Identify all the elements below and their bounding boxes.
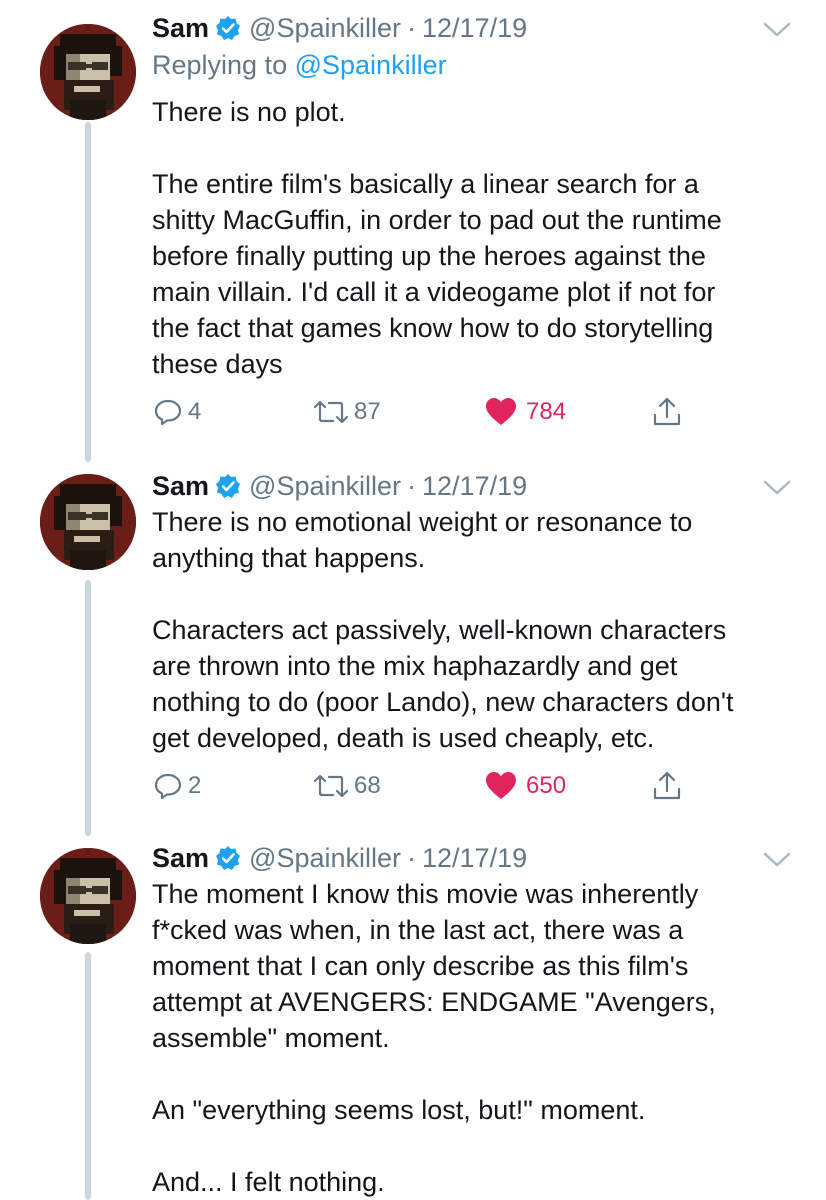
tweet-date[interactable]: 12/17/19 bbox=[422, 13, 527, 44]
author-name[interactable]: Sam bbox=[152, 843, 209, 874]
tweet-paragraph: And... I felt nothing. bbox=[152, 1167, 385, 1197]
retweet-button[interactable]: 68 bbox=[312, 766, 381, 806]
chevron-down-icon[interactable] bbox=[762, 850, 792, 870]
retweet-button[interactable]: 87 bbox=[312, 392, 381, 432]
thread-line bbox=[85, 122, 91, 462]
author-name[interactable]: Sam bbox=[152, 13, 209, 44]
retweet-icon bbox=[313, 400, 349, 424]
thread-line bbox=[85, 580, 91, 836]
tweet-paragraph: There is no emotional weight or resonanc… bbox=[152, 507, 693, 573]
avatar[interactable] bbox=[40, 474, 136, 570]
tweet-actions: 4 87 784 bbox=[152, 392, 692, 432]
pixel-art-bearded-man-avatar bbox=[40, 474, 136, 570]
share-button[interactable] bbox=[650, 392, 684, 432]
avatar[interactable] bbox=[40, 24, 136, 120]
chevron-down-icon[interactable] bbox=[762, 20, 792, 40]
tweet-paragraph: The moment I know this movie was inheren… bbox=[152, 879, 716, 1053]
verified-badge-icon bbox=[215, 15, 241, 41]
replying-to-mention[interactable]: @Spainkiller bbox=[295, 50, 447, 80]
tweet-paragraph: There is no plot. bbox=[152, 97, 346, 127]
tweet-paragraph: Characters act passively, well-known cha… bbox=[152, 615, 734, 753]
retweet-count: 68 bbox=[354, 772, 381, 799]
replying-to: Replying to @Spainkiller bbox=[152, 50, 447, 81]
author-handle[interactable]: @Spainkiller bbox=[249, 471, 401, 502]
tweet-header: Sam @Spainkiller · 12/17/19 bbox=[152, 838, 527, 878]
author-handle[interactable]: @Spainkiller bbox=[249, 13, 401, 44]
retweet-count: 87 bbox=[354, 398, 381, 425]
pixel-art-bearded-man-avatar bbox=[40, 848, 136, 944]
avatar[interactable] bbox=[40, 848, 136, 944]
reply-count: 2 bbox=[188, 772, 202, 799]
reply-count: 4 bbox=[188, 398, 202, 425]
verified-badge-icon bbox=[215, 845, 241, 871]
tweet-text: There is no plot. The entire film's basi… bbox=[152, 94, 802, 382]
reply-button[interactable]: 4 bbox=[152, 392, 201, 432]
retweet-icon bbox=[313, 774, 349, 798]
heart-icon bbox=[486, 772, 516, 799]
heart-icon bbox=[486, 398, 516, 425]
share-icon bbox=[653, 771, 681, 800]
share-icon bbox=[653, 397, 681, 426]
thread-line bbox=[85, 952, 91, 1200]
separator-dot: · bbox=[407, 12, 417, 43]
share-button[interactable] bbox=[650, 766, 684, 806]
verified-badge-icon bbox=[215, 473, 241, 499]
tweet-date[interactable]: 12/17/19 bbox=[422, 843, 527, 874]
tweet-header: Sam @Spainkiller · 12/17/19 bbox=[152, 466, 527, 506]
like-button[interactable]: 784 bbox=[484, 392, 566, 432]
tweet-paragraph: The entire film's basically a linear sea… bbox=[152, 169, 722, 379]
reply-icon bbox=[154, 399, 182, 426]
chevron-down-icon[interactable] bbox=[762, 478, 792, 498]
tweet-date[interactable]: 12/17/19 bbox=[422, 471, 527, 502]
tweet-paragraph: An "everything seems lost, but!" moment. bbox=[152, 1095, 646, 1125]
reply-button[interactable]: 2 bbox=[152, 766, 201, 806]
separator-dot: · bbox=[407, 842, 417, 873]
tweet-text: There is no emotional weight or resonanc… bbox=[152, 504, 802, 756]
like-count: 784 bbox=[526, 398, 567, 425]
separator-dot: · bbox=[407, 470, 417, 501]
tweet-text: The moment I know this movie was inheren… bbox=[152, 876, 802, 1200]
reply-icon bbox=[154, 773, 182, 800]
like-count: 650 bbox=[526, 772, 567, 799]
replying-to-label: Replying to bbox=[152, 50, 288, 80]
tweet-header: Sam @Spainkiller · 12/17/19 bbox=[152, 8, 527, 48]
author-name[interactable]: Sam bbox=[152, 471, 209, 502]
author-handle[interactable]: @Spainkiller bbox=[249, 843, 401, 874]
tweet-actions: 2 68 650 bbox=[152, 766, 692, 806]
like-button[interactable]: 650 bbox=[484, 766, 566, 806]
pixel-art-bearded-man-avatar bbox=[40, 24, 136, 120]
